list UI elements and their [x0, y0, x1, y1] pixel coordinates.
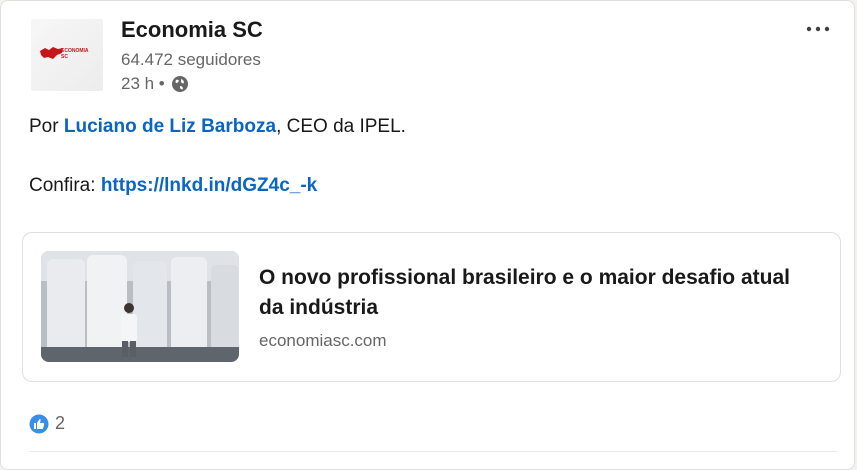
- post-text: Confira:: [29, 175, 101, 196]
- ellipsis-icon: [806, 26, 830, 32]
- post-text-line-1: Por Luciano de Liz Barboza, CEO da IPEL.: [29, 116, 406, 138]
- post-text-line-2: Confira: https://lnkd.in/dGZ4c_-k: [29, 175, 317, 197]
- article-title[interactable]: O novo profissional brasileiro e o maior…: [259, 263, 819, 323]
- feed-post-card: ECONOMIA SC Economia SC 64.472 seguidore…: [0, 0, 855, 470]
- divider: [29, 451, 837, 452]
- article-preview-card[interactable]: O novo profissional brasileiro e o maior…: [22, 232, 841, 382]
- post-time: 23 h •: [121, 74, 165, 93]
- like-icon: [29, 414, 49, 433]
- post-meta: 23 h •: [121, 73, 189, 95]
- reaction-count: 2: [55, 413, 66, 433]
- article-domain: economiasc.com: [259, 331, 387, 350]
- mention-link[interactable]: Luciano de Liz Barboza: [64, 116, 276, 137]
- company-logo[interactable]: ECONOMIA SC: [31, 19, 103, 91]
- author-name[interactable]: Economia SC: [121, 17, 263, 43]
- short-url-link[interactable]: https://lnkd.in/dGZ4c_-k: [101, 175, 317, 196]
- more-options-button[interactable]: [801, 15, 835, 43]
- article-thumbnail: [41, 251, 239, 362]
- reactions-summary[interactable]: 2: [29, 413, 65, 434]
- post-text: Por: [29, 116, 64, 137]
- globe-icon: [171, 75, 189, 93]
- follower-count: 64.472 seguidores: [121, 50, 261, 69]
- logo-wordmark: ECONOMIA SC: [61, 48, 89, 60]
- post-text: , CEO da IPEL.: [276, 116, 406, 137]
